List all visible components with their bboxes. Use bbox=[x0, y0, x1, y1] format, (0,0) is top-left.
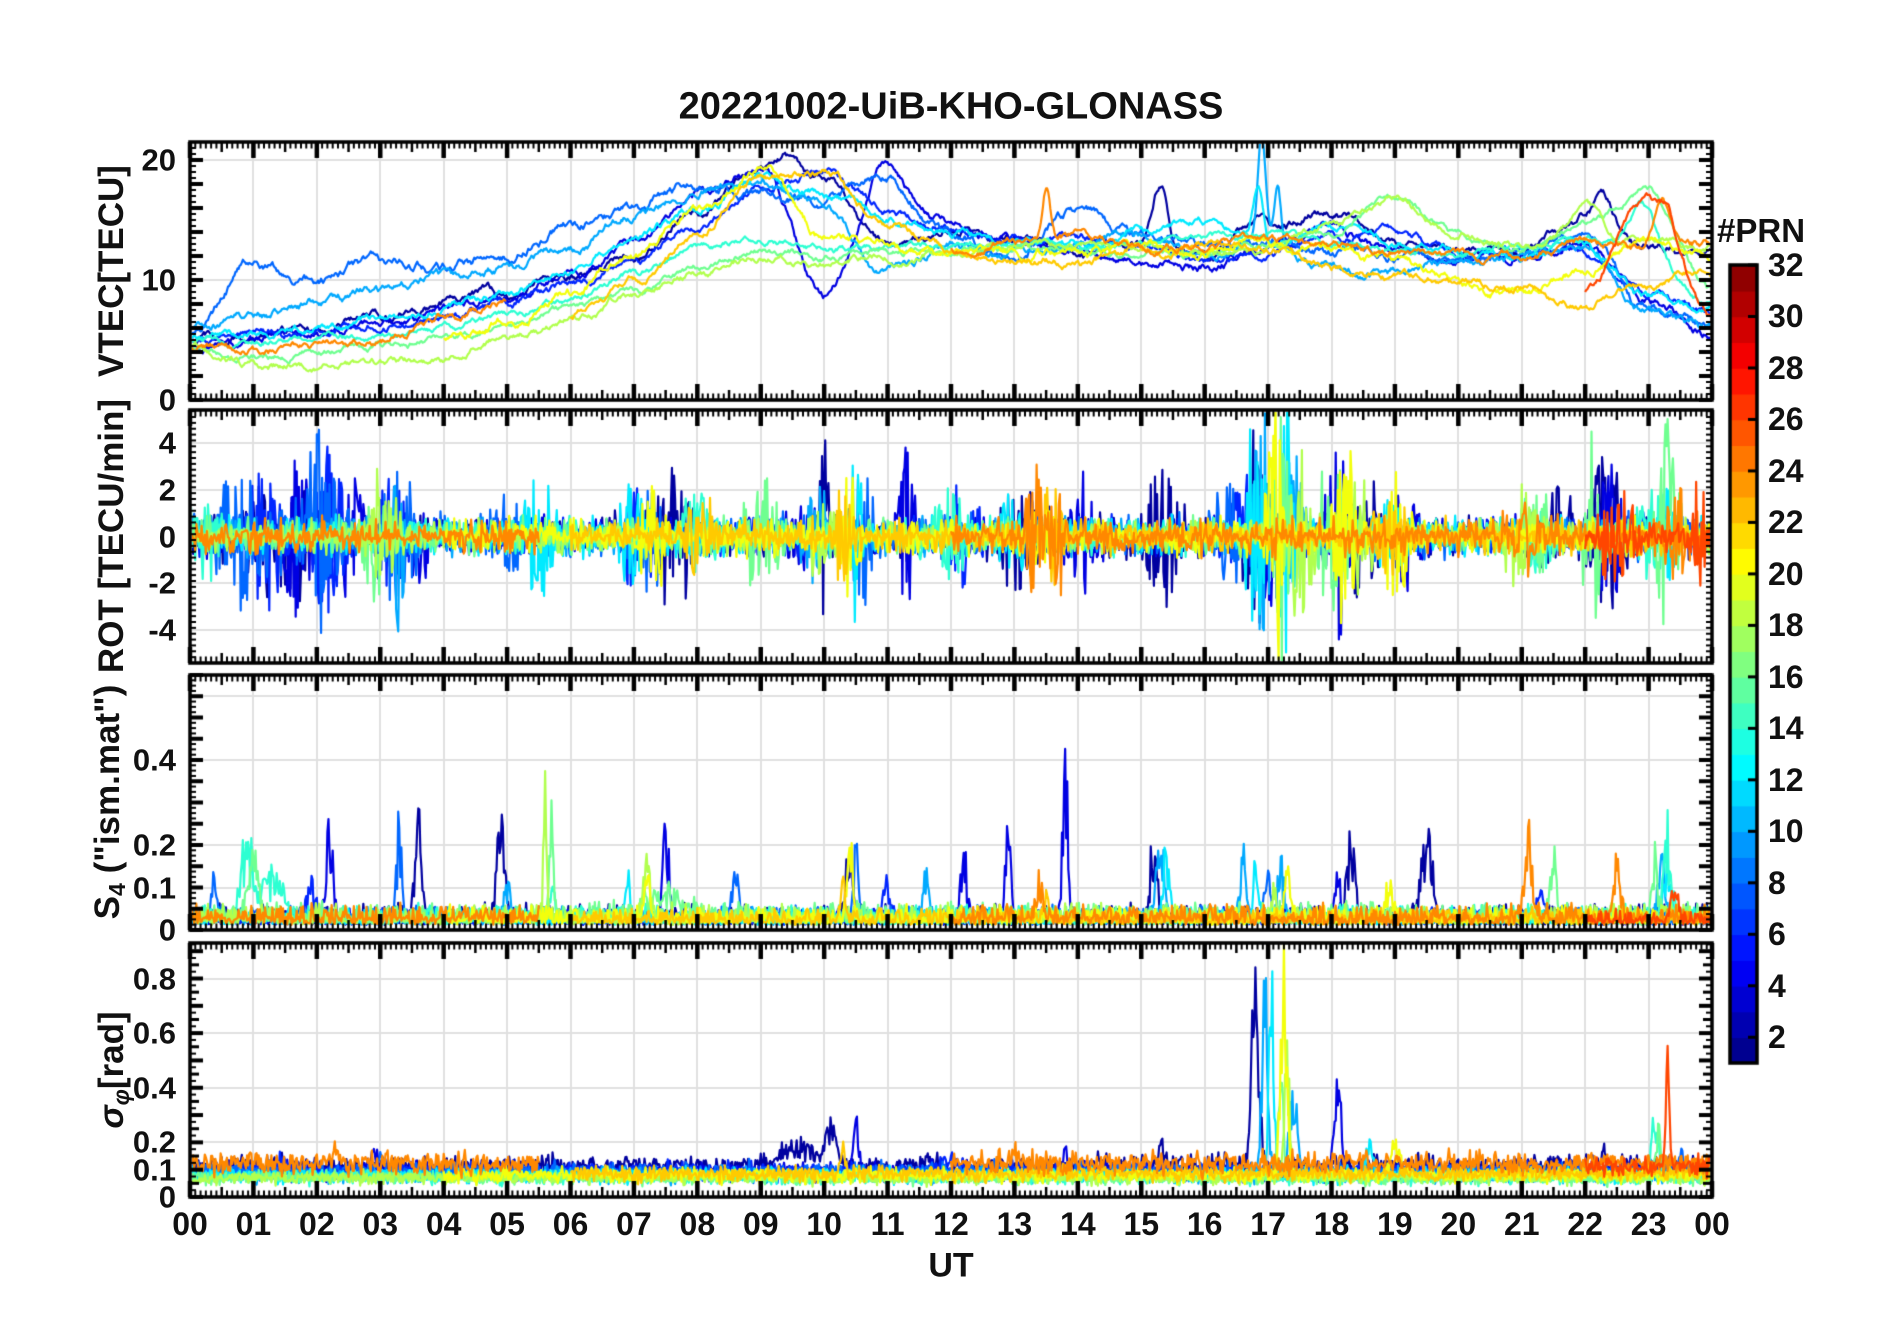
y-tick-label: 0 bbox=[158, 382, 176, 418]
colorbar-tick-label: 28 bbox=[1768, 349, 1804, 386]
colorbar-tick-label: 14 bbox=[1768, 710, 1804, 747]
x-tick-label: 11 bbox=[870, 1206, 905, 1242]
y-tick-label: 0 bbox=[158, 912, 176, 948]
y-axis-label-rest: [rad] bbox=[92, 1011, 131, 1090]
x-tick-label: 10 bbox=[806, 1206, 842, 1242]
x-tick-label: 07 bbox=[616, 1206, 652, 1242]
y-tick-label: 4 bbox=[158, 425, 176, 461]
y-axis-label-s4: S4 ("ism.mat") bbox=[88, 684, 130, 920]
x-tick-label: 13 bbox=[996, 1206, 1033, 1242]
figure: 20221002-UiB-KHO-GLONASS VTEC[TECU] ROT … bbox=[0, 0, 1902, 1330]
x-tick-label: 18 bbox=[1313, 1206, 1350, 1242]
x-tick-label: 05 bbox=[489, 1206, 525, 1242]
colorbar-tick-label: 2 bbox=[1768, 1019, 1786, 1056]
x-tick-label: 22 bbox=[1567, 1206, 1603, 1242]
y-tick-label: 10 bbox=[141, 262, 176, 298]
x-tick-label: 03 bbox=[362, 1206, 399, 1242]
x-tick-label: 00 bbox=[1694, 1206, 1730, 1242]
x-tick-label: 21 bbox=[1503, 1206, 1540, 1242]
x-tick-label: 09 bbox=[742, 1206, 779, 1242]
colorbar-tick-label: 8 bbox=[1768, 864, 1786, 901]
y-axis-label-sigma-phi: σφ[rad] bbox=[92, 1011, 134, 1129]
y-tick-label: 0.4 bbox=[132, 1070, 176, 1106]
x-tick-label: 17 bbox=[1250, 1206, 1286, 1242]
colorbar-tick-label: 26 bbox=[1768, 401, 1804, 438]
y-tick-label: 0.8 bbox=[132, 961, 176, 996]
x-tick-label: 12 bbox=[933, 1206, 969, 1242]
y-tick-label: -2 bbox=[148, 565, 176, 601]
colorbar-tick-label: 16 bbox=[1768, 658, 1804, 695]
y-tick-label: -4 bbox=[148, 612, 176, 648]
y-axis-label-text: ROT [TECU/min] bbox=[92, 398, 131, 674]
plot-canvas bbox=[0, 0, 1902, 1330]
colorbar-tick-label: 20 bbox=[1768, 555, 1804, 592]
colorbar-tick-label: 18 bbox=[1768, 607, 1804, 644]
y-axis-label-text: VTEC[TECU] bbox=[92, 165, 131, 377]
colorbar-title: #PRN bbox=[1717, 212, 1806, 249]
colorbar-tick-label: 12 bbox=[1768, 761, 1804, 798]
x-tick-label: 16 bbox=[1186, 1206, 1223, 1242]
y-tick-label: 20 bbox=[141, 142, 176, 178]
x-tick-label: 23 bbox=[1630, 1206, 1667, 1242]
x-tick-label: 08 bbox=[679, 1206, 716, 1242]
colorbar-tick-label: 10 bbox=[1768, 813, 1804, 850]
x-tick-label: 01 bbox=[235, 1206, 272, 1242]
colorbar-tick-label: 4 bbox=[1768, 967, 1786, 1004]
y-tick-label: 0.1 bbox=[132, 870, 176, 905]
y-axis-label-sub: 4 bbox=[103, 883, 130, 896]
y-tick-label: 0.2 bbox=[132, 827, 176, 863]
y-axis-label-rot: ROT [TECU/min] bbox=[92, 399, 132, 673]
y-axis-label-rest: ("ism.mat") bbox=[88, 684, 127, 884]
colorbar-tick-label: 22 bbox=[1768, 504, 1804, 541]
chart-title: 20221002-UiB-KHO-GLONASS bbox=[678, 85, 1224, 128]
colorbar-tick-label: 32 bbox=[1768, 247, 1804, 283]
y-axis-label-text: S bbox=[88, 895, 127, 920]
y-tick-label: 0.2 bbox=[132, 1124, 176, 1160]
y-axis-label-text: σ bbox=[92, 1105, 131, 1129]
colorbar-tick-label: 24 bbox=[1768, 452, 1804, 489]
x-axis-label: UT bbox=[928, 1246, 974, 1285]
x-tick-label: 00 bbox=[172, 1206, 208, 1242]
x-tick-label: 06 bbox=[552, 1206, 589, 1242]
x-tick-label: 14 bbox=[1060, 1206, 1096, 1242]
colorbar-tick-label: 30 bbox=[1768, 298, 1804, 335]
colorbar-tick-label: 6 bbox=[1768, 916, 1786, 953]
y-tick-label: 0.4 bbox=[132, 742, 176, 778]
x-tick-label: 15 bbox=[1123, 1206, 1160, 1242]
x-tick-label: 04 bbox=[425, 1206, 462, 1242]
x-tick-label: 02 bbox=[299, 1206, 335, 1242]
y-tick-label: 0.6 bbox=[132, 1015, 176, 1051]
y-axis-label-vtec: VTEC[TECU] bbox=[92, 165, 132, 377]
y-tick-label: 0 bbox=[158, 519, 176, 554]
y-axis-label-sub: φ bbox=[107, 1089, 134, 1106]
y-tick-label: 2 bbox=[158, 472, 176, 508]
x-tick-label: 20 bbox=[1440, 1206, 1477, 1242]
x-tick-label: 19 bbox=[1377, 1206, 1413, 1242]
